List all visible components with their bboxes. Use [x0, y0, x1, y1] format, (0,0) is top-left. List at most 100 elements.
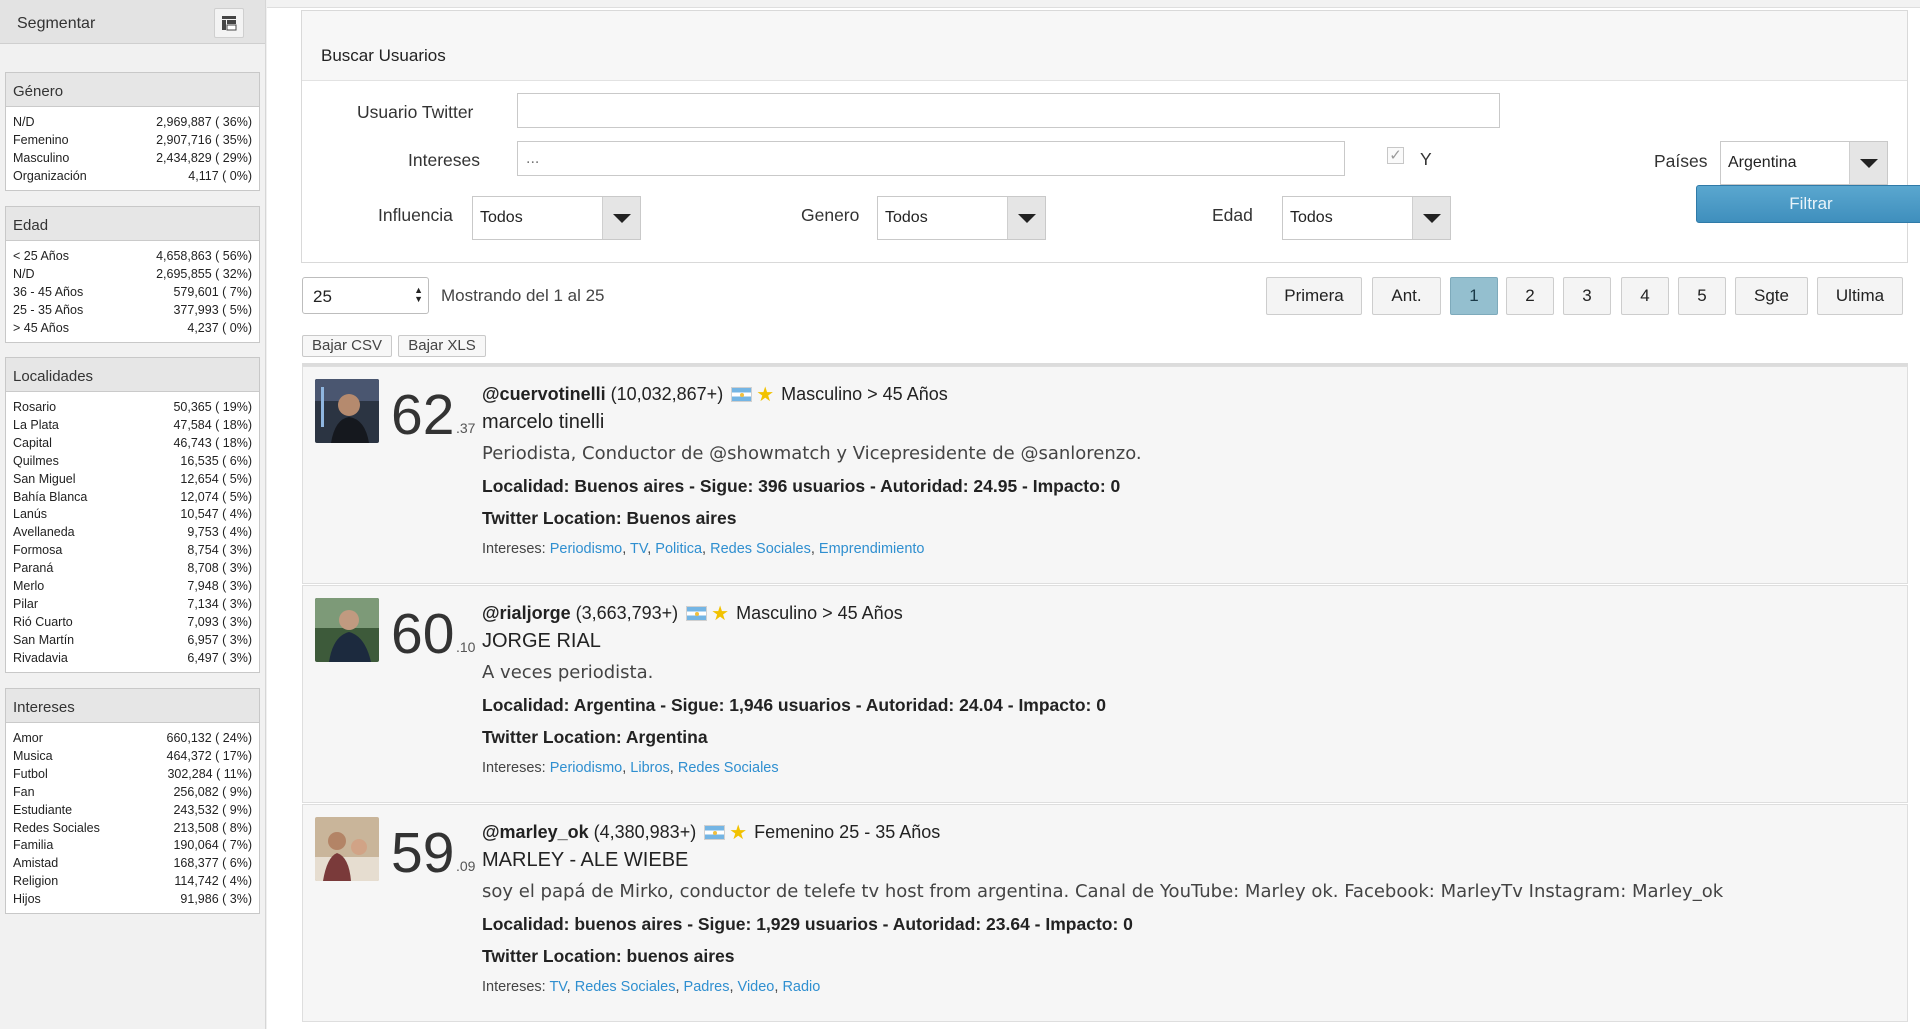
stat-label: Amistad	[13, 856, 59, 871]
page-prev-button[interactable]: Ant.	[1372, 277, 1441, 315]
stat-row[interactable]: Paraná 8,708 ( 3%)	[13, 560, 252, 578]
stat-label: Paraná	[13, 561, 54, 576]
avatar[interactable]	[315, 598, 379, 662]
page-first-button[interactable]: Primera	[1266, 277, 1362, 315]
stat-row[interactable]: Hijos 91,986 ( 3%)	[13, 891, 252, 909]
stat-label: Formosa	[13, 543, 63, 558]
interest-tag-link[interactable]: Libros	[630, 760, 670, 776]
stat-row[interactable]: Rosario 50,365 ( 19%)	[13, 399, 252, 417]
interest-tag-link[interactable]: TV	[549, 979, 566, 995]
paises-select[interactable]: Argentina	[1720, 141, 1888, 185]
y-checkbox[interactable]: ✓	[1387, 147, 1404, 164]
usuario-twitter-input[interactable]	[517, 93, 1500, 128]
stat-row[interactable]: Musica 464,372 ( 17%)	[13, 748, 252, 766]
intereses-input[interactable]	[517, 141, 1345, 176]
stat-row[interactable]: Bahía Blanca 12,074 ( 5%)	[13, 489, 252, 507]
stat-row[interactable]: Estudiante 243,532 ( 9%)	[13, 802, 252, 820]
stat-row[interactable]: Quilmes 16,535 ( 6%)	[13, 453, 252, 471]
stat-value: 2,434,829 ( 29%)	[156, 150, 252, 165]
page-5-button[interactable]: 5	[1678, 277, 1726, 315]
stat-row[interactable]: Redes Sociales 213,508 ( 8%)	[13, 820, 252, 838]
avatar[interactable]	[315, 817, 379, 881]
stat-row[interactable]: 25 - 35 Años 377,993 ( 5%)	[13, 302, 252, 320]
interest-tag-link[interactable]: Emprendimiento	[819, 541, 925, 557]
showing-text: Mostrando del 1 al 25	[441, 286, 605, 305]
twitter-handle[interactable]: @cuervotinelli	[482, 384, 606, 405]
page-size-select[interactable]: 25 ▲ ▼	[302, 277, 429, 314]
check-icon: ✓	[1389, 147, 1402, 164]
stat-value: 168,377 ( 6%)	[173, 856, 252, 871]
demographic-text: Masculino > 45 Años	[736, 603, 903, 623]
genero-select[interactable]: Todos	[877, 196, 1046, 240]
stat-row[interactable]: Capital 46,743 ( 18%)	[13, 435, 252, 453]
interest-tag-link[interactable]: Periodismo	[550, 760, 623, 776]
stat-row[interactable]: Avellaneda 9,753 ( 4%)	[13, 524, 252, 542]
sidebar-toggle-button[interactable]	[214, 8, 244, 38]
stat-value: 579,601 ( 7%)	[173, 284, 252, 299]
interest-tag-link[interactable]: Redes Sociales	[678, 760, 779, 776]
stat-value: 7,093 ( 3%)	[187, 614, 252, 629]
interest-tag-link[interactable]: Politica	[655, 541, 702, 557]
page-3-button[interactable]: 3	[1563, 277, 1611, 315]
user-bio: A veces periodista.	[482, 662, 654, 683]
stat-row[interactable]: Merlo 7,948 ( 3%)	[13, 578, 252, 596]
stat-label: > 45 Años	[13, 320, 69, 335]
influencia-select[interactable]: Todos	[472, 196, 641, 240]
page-next-button[interactable]: Sgte	[1735, 277, 1808, 315]
interest-tag-link[interactable]: Padres	[684, 979, 730, 995]
stat-row[interactable]: Religion 114,742 ( 4%)	[13, 873, 252, 891]
stat-row[interactable]: 36 - 45 Años 579,601 ( 7%)	[13, 284, 252, 302]
panel-localidades: Localidades Rosario 50,365 ( 19%) La Plata…	[5, 357, 260, 673]
panel-genero: Género N/D 2,969,887 ( 36%) Femenino 2,907,…	[5, 72, 260, 191]
interest-tag-link[interactable]: Redes Sociales	[710, 541, 811, 557]
followers-count: (4,380,983+)	[593, 822, 697, 842]
stat-row[interactable]: Organización 4,117 ( 0%)	[13, 168, 252, 186]
download-csv-button[interactable]: Bajar CSV	[302, 335, 392, 357]
stat-value: 50,365 ( 19%)	[173, 400, 252, 414]
download-xls-button[interactable]: Bajar XLS	[398, 335, 486, 357]
demographic-text: Femenino 25 - 35 Años	[754, 822, 941, 842]
stat-row[interactable]: Amor 660,132 ( 24%)	[13, 730, 252, 748]
stat-row[interactable]: Amistad 168,377 ( 6%)	[13, 855, 252, 873]
stat-row[interactable]: San Miguel 12,654 ( 5%)	[13, 471, 252, 489]
twitter-handle[interactable]: @rialjorge	[482, 603, 571, 624]
stat-row[interactable]: Lanús 10,547 ( 4%)	[13, 506, 252, 524]
panel-title: Intereses	[6, 689, 259, 723]
interest-tag-link[interactable]: Redes Sociales	[575, 979, 676, 995]
stat-row[interactable]: Pilar 7,134 ( 3%)	[13, 596, 252, 614]
stat-row[interactable]: Formosa 8,754 ( 3%)	[13, 542, 252, 560]
interests-label: Intereses:	[482, 760, 546, 776]
page-1-button[interactable]: 1	[1450, 277, 1498, 315]
stat-row[interactable]: < 25 Años 4,658,863 ( 56%)	[13, 248, 252, 266]
stat-row[interactable]: N/D 2,969,887 ( 36%)	[13, 114, 252, 132]
interest-tag-link[interactable]: TV	[630, 541, 647, 557]
stat-row[interactable]: Familia 190,064 ( 7%)	[13, 837, 252, 855]
edad-select[interactable]: Todos	[1282, 196, 1451, 240]
avatar[interactable]	[315, 379, 379, 443]
sidebar-title: Segmentar	[17, 15, 96, 32]
twitter-location: Twitter Location: Buenos aires	[482, 508, 737, 528]
page-2-button[interactable]: 2	[1506, 277, 1554, 315]
stat-row[interactable]: Femenino 2,907,716 ( 35%)	[13, 132, 252, 150]
stat-value: 47,584 ( 18%)	[173, 417, 252, 432]
panel-title: Localidades	[6, 358, 259, 392]
stat-row[interactable]: San Martín 6,957 ( 3%)	[13, 632, 252, 650]
stat-row[interactable]: Fan 256,082 ( 9%)	[13, 784, 252, 802]
interest-tag-link[interactable]: Periodismo	[550, 541, 623, 557]
stat-row[interactable]: Masculino 2,434,829 ( 29%)	[13, 150, 252, 168]
interest-tag-link[interactable]: Video	[738, 979, 775, 995]
stat-label: Hijos	[13, 892, 41, 907]
score-value: 62	[391, 383, 455, 447]
interest-tag-link[interactable]: Radio	[782, 979, 820, 995]
twitter-handle[interactable]: @marley_ok	[482, 822, 589, 843]
page-4-button[interactable]: 4	[1621, 277, 1669, 315]
stat-row[interactable]: > 45 Años 4,237 ( 0%)	[13, 320, 252, 338]
page-last-button[interactable]: Ultima	[1817, 277, 1903, 315]
stat-row[interactable]: La Plata 47,584 ( 18%)	[13, 417, 252, 435]
stat-row[interactable]: Rivadavia 6,497 ( 3%)	[13, 650, 252, 668]
stat-value: 8,708 ( 3%)	[187, 561, 252, 576]
stat-row[interactable]: Rió Cuarto 7,093 ( 3%)	[13, 614, 252, 632]
stat-row[interactable]: Futbol 302,284 ( 11%)	[13, 766, 252, 784]
stat-row[interactable]: N/D 2,695,855 ( 32%)	[13, 266, 252, 284]
filtrar-button[interactable]: Filtrar	[1696, 185, 1920, 223]
